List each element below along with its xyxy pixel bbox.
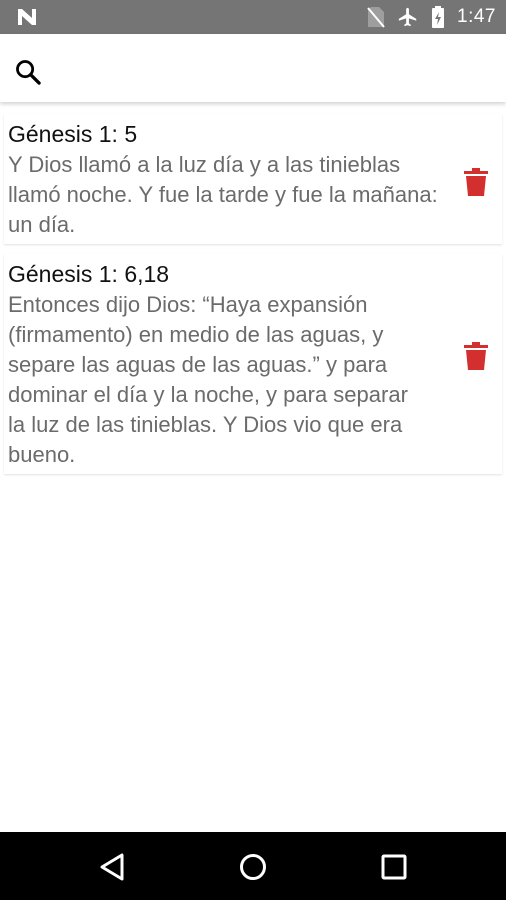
battery-charging-icon: [432, 6, 445, 28]
search-input[interactable]: [56, 46, 490, 92]
verse-line: separe las aguas de las aguas.” y para: [8, 352, 388, 377]
verse-line: dominar el día y la noche, y para separa…: [8, 382, 408, 407]
back-icon[interactable]: [96, 850, 130, 884]
navigation-bar: [0, 832, 506, 900]
verse-line: (firmamento) en medio de las aguas, y: [8, 322, 384, 347]
status-time: 1:47: [457, 6, 496, 27]
verse-line: Y Dios llamó a la luz día y a las tinieb…: [8, 152, 401, 177]
app-screen: 1:47 Génesis 1: 5 Y Dios llamó a la luz …: [0, 0, 506, 900]
no-sim-icon: [367, 7, 385, 28]
verse-line: un día.: [8, 212, 76, 237]
verse-reference: Génesis 1: 5: [8, 121, 138, 147]
n-logo-icon: [18, 9, 36, 25]
verse-line: Entonces dijo Dios: “Haya expansión: [8, 292, 368, 317]
recents-icon[interactable]: [377, 850, 411, 884]
trash-icon[interactable]: [464, 342, 488, 370]
verse-line: bueno.: [8, 442, 76, 467]
trash-icon[interactable]: [464, 168, 488, 196]
status-bar: 1:47: [0, 0, 506, 34]
list-item[interactable]: Génesis 1: 6,18 Entonces dijo Dios: “Hay…: [4, 254, 502, 474]
list-item[interactable]: Génesis 1: 5 Y Dios llamó a la luz día y…: [4, 114, 502, 244]
airplane-icon: [398, 7, 417, 27]
status-icons: 1:47: [367, 0, 496, 34]
search-icon[interactable]: [14, 58, 42, 86]
verse-text: Y Dios llamó a la luz día y a las tinieb…: [8, 150, 452, 240]
home-icon[interactable]: [236, 850, 270, 884]
verse-list: Génesis 1: 5 Y Dios llamó a la luz día y…: [0, 114, 506, 478]
verse-reference: Génesis 1: 6,18: [8, 261, 170, 287]
search-bar: [0, 34, 506, 102]
verse-line: la luz de las tinieblas. Y Dios vio que …: [8, 412, 403, 437]
verse-text: Entonces dijo Dios: “Haya expansión (fir…: [8, 290, 452, 470]
verse-line: llamó noche. Y fue la tarde y fue la mañ…: [8, 182, 438, 207]
